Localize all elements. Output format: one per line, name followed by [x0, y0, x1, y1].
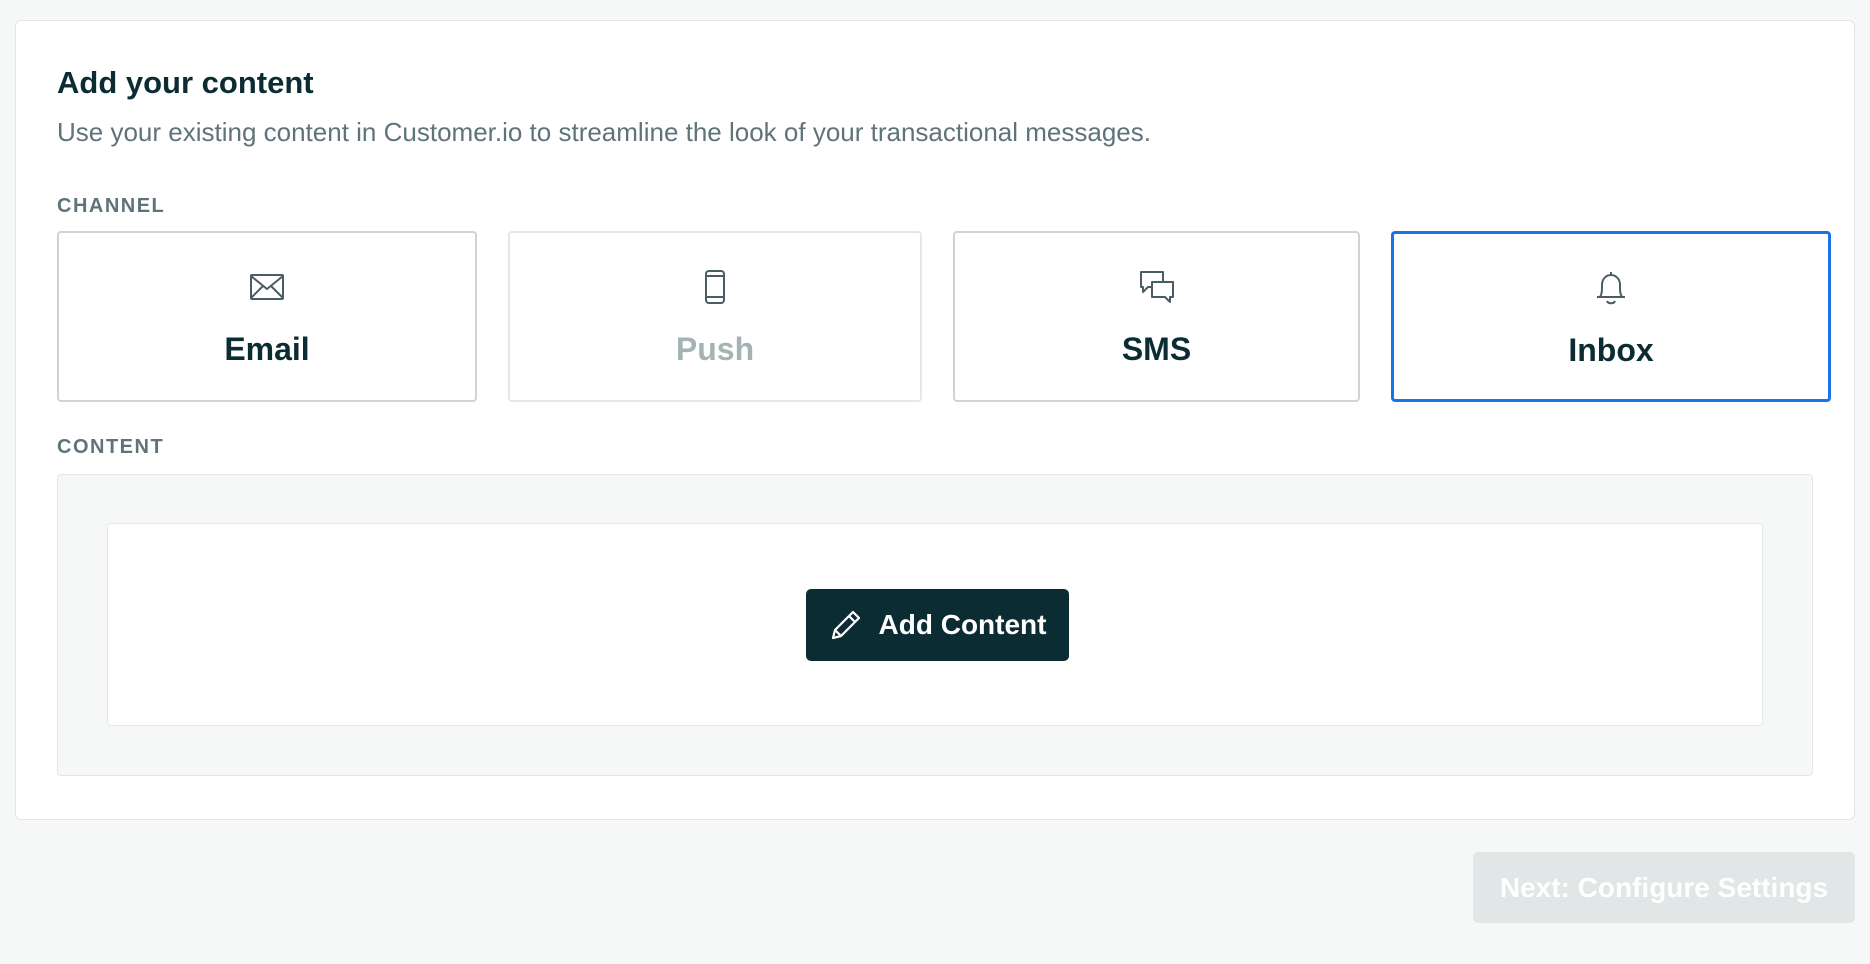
channel-option-sms[interactable]: SMS	[953, 231, 1360, 402]
add-content-card: Add your content Use your existing conte…	[15, 20, 1855, 820]
channel-option-label: SMS	[1121, 331, 1192, 367]
mobile-phone-icon	[695, 267, 735, 307]
channel-option-label: Push	[675, 331, 755, 367]
channel-option-label: Inbox	[1568, 332, 1654, 368]
section-title: Add your content	[57, 65, 314, 100]
channel-option-label: Email	[224, 331, 310, 367]
next-configure-settings-button[interactable]: Next: Configure Settings	[1473, 852, 1855, 923]
add-content-button-label: Add Content	[878, 609, 1047, 640]
chat-bubbles-icon	[1137, 267, 1177, 307]
bell-icon	[1591, 268, 1631, 308]
channel-option-inbox[interactable]: Inbox	[1391, 231, 1831, 402]
channel-label: CHANNEL	[57, 195, 166, 217]
content-label: CONTENT	[57, 436, 165, 458]
channel-option-push[interactable]: Push	[508, 231, 922, 402]
content-placeholder: Add Content	[107, 523, 1763, 726]
add-content-button[interactable]: Add Content	[806, 589, 1069, 661]
section-subtitle: Use your existing content in Customer.io…	[57, 117, 1151, 147]
content-area: Add Content	[57, 474, 1813, 776]
pencil-icon	[829, 608, 863, 642]
channel-option-email[interactable]: Email	[57, 231, 477, 402]
envelope-icon	[247, 267, 287, 307]
